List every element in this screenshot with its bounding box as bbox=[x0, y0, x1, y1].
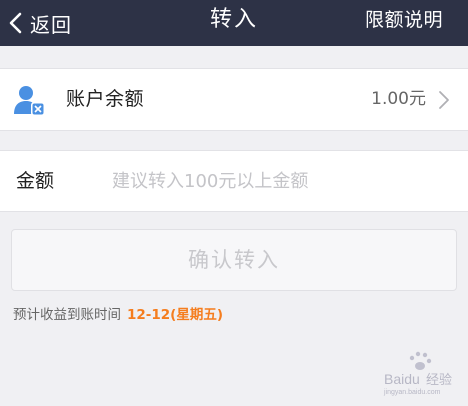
account-balance-label: 账户余额 bbox=[66, 88, 145, 110]
svg-text:Baidu: Baidu bbox=[384, 371, 420, 387]
account-icon bbox=[14, 86, 45, 116]
arrival-time-note: 预计收益到账时间 12-12(星期五) bbox=[13, 303, 223, 323]
confirm-transfer-button[interactable]: 确认转入 bbox=[11, 229, 457, 291]
amount-row: 金额 bbox=[0, 150, 468, 212]
account-balance-row[interactable]: 账户余额 1.00元 bbox=[0, 68, 468, 131]
amount-input[interactable] bbox=[112, 161, 452, 201]
back-label: 返回 bbox=[30, 12, 72, 37]
back-button[interactable]: 返回 bbox=[8, 0, 72, 46]
chevron-right-icon bbox=[439, 91, 449, 109]
account-balance-value: 1.00元 bbox=[371, 89, 426, 109]
svg-text:jingyan.baidu.com: jingyan.baidu.com bbox=[383, 389, 441, 396]
arrival-time-label: 预计收益到账时间 bbox=[13, 307, 121, 323]
limit-info-button[interactable]: 限额说明 bbox=[365, 0, 443, 46]
amount-label: 金额 bbox=[16, 170, 55, 192]
arrival-date: 12-12(星期五) bbox=[127, 307, 224, 323]
chevron-left-icon bbox=[9, 12, 22, 34]
svg-text:经验: 经验 bbox=[426, 372, 452, 388]
baidu-jingyan-watermark: Baidu 经验 jingyan.baidu.com bbox=[383, 351, 452, 396]
top-navbar: 返回 转入 限额说明 bbox=[0, 0, 468, 46]
